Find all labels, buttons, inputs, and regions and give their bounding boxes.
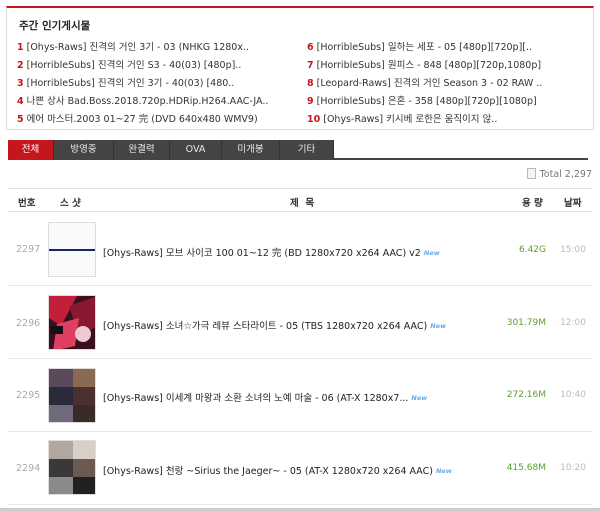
row-number: 2296 [16, 318, 41, 329]
tab-unreleased[interactable]: 미개봉 [222, 140, 280, 160]
popular-item[interactable]: 5 에어 마스터.2003 01~27 完 (DVD 640x480 WMV9) [17, 113, 307, 127]
file-size: 301.79M [506, 318, 546, 328]
file-size: 6.42G [518, 245, 546, 255]
row-number: 2297 [16, 244, 41, 255]
thumbnail[interactable] [48, 440, 96, 495]
tab-ova[interactable]: OVA [170, 140, 222, 160]
new-badge: New [435, 467, 452, 475]
new-badge: New [423, 249, 440, 257]
header-num: 번호 [18, 198, 36, 209]
thumbnail[interactable] [48, 295, 96, 350]
popular-item[interactable]: 1 [Ohys-Raws] 진격의 거인 3기 - 03 (NHKG 1280x.… [17, 41, 307, 55]
popular-item[interactable]: 3 [HorribleSubs] 진격의 거인 3기 - 40(03) [480.… [17, 77, 307, 91]
popular-item[interactable]: 4 나쁜 상사 Bad.Boss.2018.720p.HDRip.H264.AAC… [17, 95, 307, 109]
popular-item[interactable]: 6 [HorribleSubs] 일하는 세포 - 05 [480p][720p]… [307, 41, 587, 55]
file-size: 415.68M [506, 463, 546, 473]
popular-link[interactable]: [HorribleSubs] 원피스 - 848 [480p][720p,108… [317, 60, 541, 71]
header-thumb: 스 샷 [60, 198, 81, 209]
popular-rank: 5 [17, 114, 24, 125]
popular-link[interactable]: [HorribleSubs] 진격의 거인 S3 - 40(03) [480p]… [27, 60, 242, 71]
header-size: 용 량 [522, 198, 543, 209]
popular-rank: 7 [307, 60, 314, 71]
new-badge: New [411, 394, 428, 402]
post-time: 10:40 [560, 390, 586, 400]
popular-link[interactable]: [Ohys-Raws] 키시베 로한은 움직이지 않.. [323, 114, 497, 125]
popular-link[interactable]: [Ohys-Raws] 진격의 거인 3기 - 03 (NHKG 1280x.. [27, 42, 249, 53]
tab-airing[interactable]: 방영중 [54, 140, 114, 160]
popular-item[interactable]: 2 [HorribleSubs] 진격의 거인 S3 - 40(03) [480p… [17, 59, 307, 73]
popular-rank: 2 [17, 60, 24, 71]
document-icon [526, 168, 536, 179]
total-count: Total 2,297 [526, 168, 592, 180]
popular-rank: 4 [17, 96, 24, 107]
popular-rank: 6 [307, 42, 314, 53]
thumbnail-image [49, 296, 95, 349]
category-tabs: 전체 방영중 완결력 OVA 미개봉 기타 [8, 140, 588, 160]
table-row[interactable]: 2297 [Ohys-Raws] 모브 사이코 100 01~12 完 (BD … [8, 213, 592, 286]
post-title-link[interactable]: [Ohys-Raws] 모브 사이코 100 01~12 完 (BD 1280x… [103, 245, 440, 259]
tab-etc[interactable]: 기타 [280, 140, 334, 160]
table-row[interactable]: 2295 [Ohys-Raws] 이세계 마왕과 소환 소녀의 노예 마술 - … [8, 360, 592, 432]
thumbnail-image [49, 369, 95, 422]
popular-link[interactable]: [Leopard-Raws] 진격의 거인 Season 3 - 02 RAW … [317, 78, 543, 89]
tab-all[interactable]: 전체 [8, 140, 54, 160]
popular-item[interactable]: 9 [HorribleSubs] 은혼 - 358 [480p][720p][10… [307, 95, 587, 109]
popular-link[interactable]: 나쁜 상사 Bad.Boss.2018.720p.HDRip.H264.AAC-… [27, 96, 269, 107]
header-date: 날짜 [564, 198, 582, 209]
weekly-popular-box: 주간 인기게시물 1 [Ohys-Raws] 진격의 거인 3기 - 03 (NH… [6, 6, 594, 130]
popular-rank: 1 [17, 42, 24, 53]
file-size: 272.16M [506, 390, 546, 400]
popular-link[interactable]: [HorribleSubs] 일하는 세포 - 05 [480p][720p][… [317, 42, 532, 53]
post-title-link[interactable]: [Ohys-Raws] 이세계 마왕과 소환 소녀의 노예 마술 - 06 (A… [103, 390, 427, 404]
header-title: 제 목 [290, 198, 315, 209]
row-number: 2294 [16, 463, 41, 474]
popular-rank: 3 [17, 78, 24, 89]
popular-item[interactable]: 8 [Leopard-Raws] 진격의 거인 Season 3 - 02 RAW… [307, 77, 587, 91]
popular-item[interactable]: 7 [HorribleSubs] 원피스 - 848 [480p][720p,10… [307, 59, 587, 73]
post-time: 12:00 [560, 318, 586, 328]
post-title-link[interactable]: [Ohys-Raws] 천랑 ~Sirius the Jaeger~ - 05 … [103, 463, 452, 477]
popular-title: 주간 인기게시물 [19, 20, 91, 32]
post-time: 15:00 [560, 245, 586, 255]
thumbnail[interactable] [48, 368, 96, 423]
row-number: 2295 [16, 390, 41, 401]
table-row[interactable]: 2294 [Ohys-Raws] 천랑 ~Sirius the Jaeger~ … [8, 433, 592, 505]
thumbnail-image [49, 441, 95, 494]
popular-rank: 9 [307, 96, 314, 107]
new-badge: New [430, 322, 447, 330]
popular-rank: 10 [307, 114, 321, 125]
popular-rank: 8 [307, 78, 314, 89]
tab-completed[interactable]: 완결력 [114, 140, 170, 160]
table-row[interactable]: 2296 [Ohys-Raws] 소녀☆가극 레뷰 스타라이트 - 05 (TB… [8, 287, 592, 359]
post-time: 10:20 [560, 463, 586, 473]
table-header: 번호 스 샷 제 목 용 량 날짜 [8, 188, 592, 212]
thumbnail-image [49, 223, 95, 276]
popular-item[interactable]: 10 [Ohys-Raws] 키시베 로한은 움직이지 않.. [307, 113, 587, 127]
post-title-link[interactable]: [Ohys-Raws] 소녀☆가극 레뷰 스타라이트 - 05 (TBS 128… [103, 318, 446, 332]
popular-link[interactable]: [HorribleSubs] 은혼 - 358 [480p][720p][108… [317, 96, 537, 107]
popular-link[interactable]: [HorribleSubs] 진격의 거인 3기 - 40(03) [480.. [27, 78, 235, 89]
thumbnail[interactable] [48, 222, 96, 277]
popular-link[interactable]: 에어 마스터.2003 01~27 完 (DVD 640x480 WMV9) [27, 114, 258, 125]
